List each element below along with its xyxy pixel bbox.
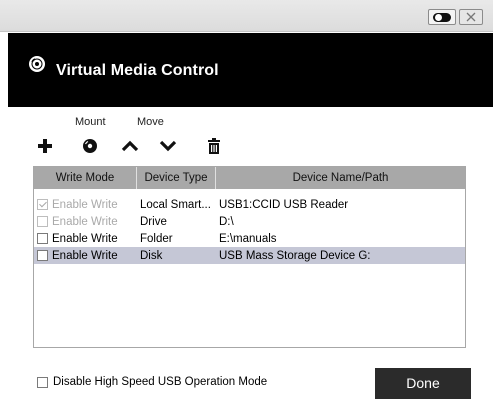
table-header: Write Mode Device Type Device Name/Path <box>34 167 465 189</box>
enable-write-label: Enable Write <box>52 249 118 262</box>
add-button[interactable] <box>33 134 57 158</box>
enable-write-checkbox[interactable] <box>37 250 48 261</box>
disc-icon <box>83 139 97 153</box>
move-up-button[interactable] <box>118 134 142 158</box>
delete-button[interactable] <box>202 134 226 158</box>
device-path-cell: E:\manuals <box>219 232 277 245</box>
table-body: Enable Write Local Smart... USB1:CCID USB … <box>34 196 465 264</box>
mount-label: Mount <box>75 116 106 128</box>
write-mode-cell: Enable Write <box>34 199 137 211</box>
device-type-cell: Drive <box>140 215 167 228</box>
title-bar <box>0 0 493 32</box>
close-icon <box>466 12 476 22</box>
table-row[interactable]: Enable Write Folder E:\manuals <box>34 230 465 247</box>
done-button[interactable]: Done <box>375 368 471 399</box>
close-button[interactable] <box>459 9 483 25</box>
table-row[interactable]: Enable Write Local Smart... USB1:CCID USB … <box>34 196 465 213</box>
enable-write-label: Enable Write <box>52 198 118 211</box>
move-label: Move <box>137 116 164 128</box>
write-mode-cell: Enable Write <box>34 250 137 262</box>
table-row[interactable]: Enable Write Disk USB Mass Storage Device … <box>34 247 465 264</box>
device-table[interactable]: Write Mode Device Type Device Name/Path … <box>33 166 466 348</box>
high-speed-checkbox[interactable] <box>37 376 48 388</box>
enable-write-checkbox <box>37 199 48 210</box>
column-header-device-type[interactable]: Device Type <box>137 167 216 189</box>
device-path-cell: USB Mass Storage Device G: <box>219 249 371 262</box>
enable-write-label: Enable Write <box>52 232 118 245</box>
header-banner: Virtual Media Control <box>8 33 493 107</box>
add-icon <box>38 139 52 153</box>
high-speed-label: Disable High Speed USB Operation Mode <box>53 376 268 388</box>
window-title: Virtual Media Control <box>56 62 219 79</box>
write-mode-cell: Enable Write <box>34 233 137 245</box>
toggle-icon <box>433 12 451 22</box>
enable-write-checkbox[interactable] <box>37 233 48 244</box>
device-path-cell: D:\ <box>219 215 234 228</box>
column-header-write-mode[interactable]: Write Mode <box>34 167 137 189</box>
device-type-cell: Local Smart... <box>140 198 211 211</box>
table-row[interactable]: Enable Write Drive D:\ <box>34 213 465 230</box>
enable-write-checkbox <box>37 216 48 227</box>
mount-button[interactable] <box>78 134 102 158</box>
high-speed-option[interactable]: Disable High Speed USB Operation Mode <box>37 376 267 388</box>
device-type-cell: Folder <box>140 232 173 245</box>
chevron-down-icon <box>159 140 177 152</box>
disc-icon <box>29 56 45 72</box>
toggle-button[interactable] <box>428 9 456 25</box>
enable-write-label: Enable Write <box>52 215 118 228</box>
device-type-cell: Disk <box>140 249 163 262</box>
device-path-cell: USB1:CCID USB Reader <box>219 198 349 211</box>
column-header-device-path[interactable]: Device Name/Path <box>216 167 465 189</box>
move-down-button[interactable] <box>156 134 180 158</box>
chevron-up-icon <box>121 140 139 152</box>
trash-icon <box>208 138 220 154</box>
write-mode-cell: Enable Write <box>34 216 137 228</box>
